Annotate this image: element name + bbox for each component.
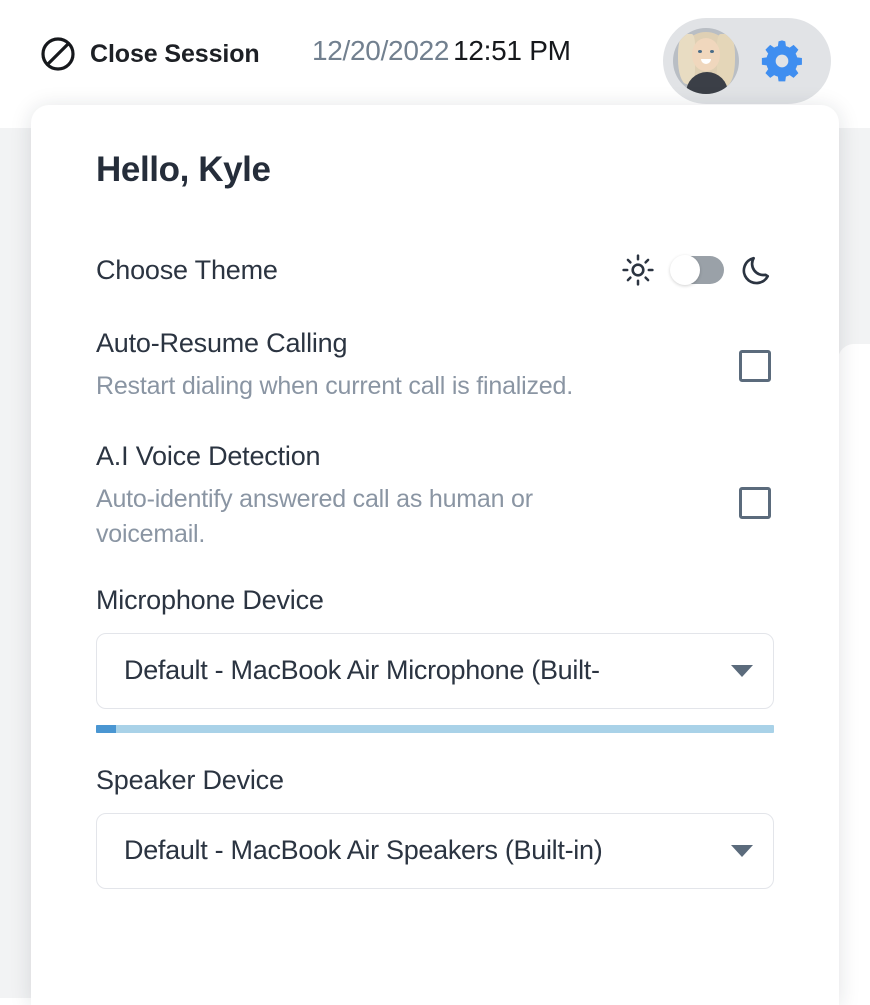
speaker-device-label: Speaker Device <box>96 764 284 795</box>
app-root: Close Session 12/20/2022 12:51 PM Hello,… <box>0 0 870 1005</box>
ai-voice-setting: A.I Voice Detection Auto-identify answer… <box>96 441 774 553</box>
microphone-device-value: Default - MacBook Air Microphone (Built- <box>124 655 600 686</box>
close-session-button[interactable]: Close Session <box>40 36 260 72</box>
gear-icon[interactable] <box>759 38 805 84</box>
user-menu-pill[interactable] <box>663 18 831 104</box>
auto-resume-title: Auto-Resume Calling <box>96 328 348 358</box>
avatar[interactable] <box>673 28 739 94</box>
theme-setting-row: Choose Theme <box>96 248 774 292</box>
sun-icon[interactable] <box>621 253 655 287</box>
close-session-label: Close Session <box>90 39 260 68</box>
auto-resume-setting: Auto-Resume Calling Restart dialing when… <box>96 328 774 405</box>
ai-voice-checkbox[interactable] <box>739 486 771 519</box>
microphone-level-meter <box>96 724 774 733</box>
background-card <box>838 344 870 1004</box>
auto-resume-checkbox[interactable] <box>739 350 771 382</box>
settings-panel: Hello, Kyle Choose Theme Auto-Resume Cal… <box>31 105 839 1005</box>
ai-voice-title: A.I Voice Detection <box>96 440 321 471</box>
greeting-title: Hello, Kyle <box>96 150 271 189</box>
microphone-device-group: Microphone Device Default - MacBook Air … <box>96 585 774 733</box>
session-datetime: 12/20/2022 12:51 PM <box>312 35 571 67</box>
speaker-device-select[interactable]: Default - MacBook Air Speakers (Built-in… <box>96 812 774 889</box>
microphone-level-fill <box>96 724 117 733</box>
microphone-device-select[interactable]: Default - MacBook Air Microphone (Built- <box>96 632 774 709</box>
microphone-device-label: Microphone Device <box>96 584 324 615</box>
auto-resume-description: Restart dialing when current call is fin… <box>96 372 573 401</box>
theme-label: Choose Theme <box>96 254 278 285</box>
speaker-device-group: Speaker Device Default - MacBook Air Spe… <box>96 765 774 889</box>
moon-icon[interactable] <box>740 253 774 287</box>
prohibition-icon <box>41 37 75 71</box>
top-bar: Close Session 12/20/2022 12:51 PM <box>0 0 870 122</box>
ai-voice-description: Auto-identify answered call as human or … <box>96 484 533 549</box>
theme-toggle-knob <box>670 255 700 285</box>
theme-toggle-switch[interactable] <box>670 255 724 285</box>
theme-toggle-group <box>621 253 774 287</box>
session-time: 12:51 PM <box>453 35 571 66</box>
chevron-down-icon <box>731 844 753 857</box>
session-date: 12/20/2022 <box>312 35 450 66</box>
chevron-down-icon <box>731 664 753 677</box>
speaker-device-value: Default - MacBook Air Speakers (Built-in… <box>124 835 603 866</box>
